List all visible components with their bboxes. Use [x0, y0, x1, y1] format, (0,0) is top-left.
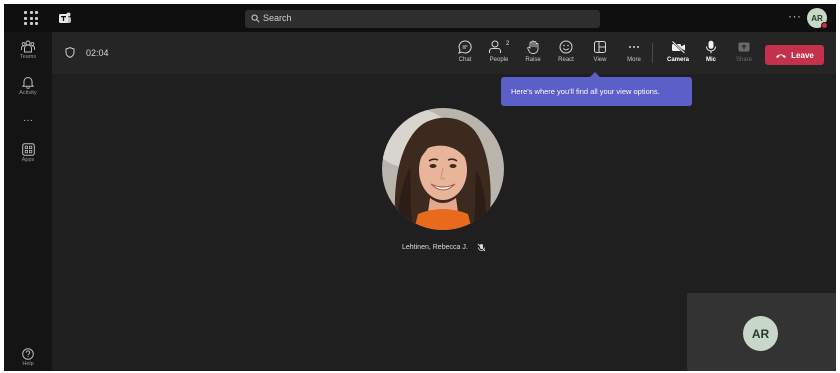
- microphone-icon: [706, 40, 716, 54]
- people-label: People: [489, 57, 509, 63]
- participant-name: Lehtinen, Rebecca J.: [402, 244, 468, 251]
- raise-label: Raise: [525, 57, 541, 63]
- share-button[interactable]: Share: [729, 40, 759, 63]
- profile-avatar[interactable]: AR: [807, 8, 828, 29]
- raise-hand-button[interactable]: Raise: [518, 40, 548, 63]
- title-bar: Search ··· AR: [4, 4, 836, 32]
- toolbar-divider: [652, 43, 653, 63]
- teams-window: Search ··· AR Teams Activity ··· Apps He…: [4, 4, 836, 371]
- camera-off-icon: [671, 40, 685, 54]
- rail-item-apps[interactable]: Apps: [4, 143, 52, 163]
- view-button[interactable]: View: [585, 40, 615, 63]
- more-actions-button[interactable]: More: [619, 40, 649, 63]
- participant-photo-image: [382, 108, 504, 230]
- meeting-control-bar: 02:04 Chat 2 People Raise React View Mor…: [52, 32, 836, 74]
- apps-icon: [21, 143, 35, 156]
- settings-more-button[interactable]: ···: [788, 9, 802, 23]
- share-label: Share: [735, 57, 752, 63]
- app-bar: Teams Activity ··· Apps Help: [4, 32, 52, 371]
- rail-item-activity[interactable]: Activity: [4, 76, 52, 96]
- rail-label-apps: Apps: [21, 157, 35, 163]
- chat-button[interactable]: Chat: [450, 40, 480, 63]
- smiley-icon: [559, 40, 573, 54]
- react-label: React: [558, 57, 574, 63]
- tooltip-arrow: [590, 72, 600, 77]
- camera-label: Camera: [666, 57, 689, 63]
- search-icon: [251, 14, 260, 23]
- leave-button[interactable]: Leave: [765, 45, 824, 65]
- search-input[interactable]: Search: [245, 10, 600, 28]
- teams-logo-icon: [59, 12, 71, 23]
- bell-icon: [22, 77, 34, 89]
- more-label: More: [627, 57, 641, 63]
- rail-item-teams[interactable]: Teams: [4, 40, 52, 60]
- self-view-tile[interactable]: AR: [687, 293, 836, 371]
- people-count-badge: 2: [506, 41, 510, 47]
- mic-button[interactable]: Mic: [696, 40, 726, 63]
- view-layout-icon: [594, 41, 606, 53]
- leave-label: Leave: [791, 50, 814, 60]
- presence-busy-icon: [821, 22, 828, 29]
- view-label: View: [593, 57, 607, 63]
- teams-icon: [21, 40, 35, 53]
- help-icon: [22, 348, 34, 360]
- raise-hand-icon: [526, 40, 538, 54]
- rail-item-help[interactable]: Help: [4, 348, 52, 367]
- view-options-tooltip: Here's where you'll find all your view o…: [501, 72, 692, 106]
- hang-up-icon: [776, 54, 787, 58]
- react-button[interactable]: React: [551, 40, 581, 63]
- rail-item-more[interactable]: ···: [4, 115, 52, 126]
- mic-label: Mic: [705, 57, 716, 63]
- more-dots-icon: [629, 46, 639, 48]
- rail-label-activity: Activity: [19, 90, 37, 96]
- participant-avatar-photo[interactable]: [382, 108, 504, 230]
- rail-label-help: Help: [22, 361, 34, 367]
- app-launcher-icon[interactable]: [24, 11, 38, 25]
- shield-icon[interactable]: [65, 47, 75, 58]
- camera-button[interactable]: Camera: [663, 40, 693, 63]
- tooltip-text: Here's where you'll find all your view o…: [511, 87, 660, 96]
- share-screen-icon: [738, 42, 750, 52]
- rail-label-teams: Teams: [19, 54, 37, 60]
- people-button[interactable]: 2 People: [484, 40, 514, 63]
- people-icon: [489, 40, 501, 53]
- meeting-timer: 02:04: [86, 48, 109, 58]
- chat-label: Chat: [458, 57, 472, 63]
- self-avatar: AR: [743, 316, 778, 351]
- profile-initials: AR: [811, 13, 823, 23]
- search-placeholder: Search: [263, 13, 292, 23]
- mic-off-icon: [477, 243, 486, 252]
- chat-icon: [458, 40, 472, 54]
